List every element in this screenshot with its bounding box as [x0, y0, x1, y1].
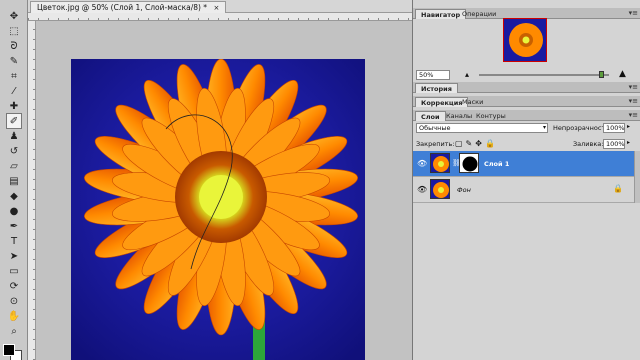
adjustments-tabbar: Коррекция Маски ▾≡	[413, 96, 640, 107]
panel-menu-icon[interactable]: ▾≡	[629, 111, 638, 119]
pen-tool-icon[interactable]: ✒	[6, 218, 22, 234]
hand-tool-icon[interactable]: ✋	[6, 308, 22, 324]
marquee-tool-icon[interactable]: ⬚	[6, 23, 22, 39]
image-canvas[interactable]	[71, 59, 365, 360]
layer-mask-thumbnail[interactable]	[459, 153, 479, 173]
close-icon[interactable]: ×	[213, 4, 219, 12]
eye-icon[interactable]: 👁	[417, 185, 427, 194]
lock-icon: 🔒	[613, 184, 623, 193]
blend-mode-value: Обычные	[419, 124, 451, 132]
layer-name[interactable]: Фон	[457, 186, 471, 194]
layer-thumbnail	[430, 153, 450, 173]
tab-actions[interactable]: Операции	[457, 9, 501, 19]
lasso-tool-icon[interactable]: ᘐ	[6, 38, 22, 54]
flower-image	[71, 59, 365, 360]
toolbox: ✥ ⬚ ᘐ ✎ ⌗ ⁄ ✚ ✐ ♟ ↺ ▱ ▤ ◆ ● ✒ T ➤ ▭ ⟳ ⊙ ✋ ⌕	[0, 0, 28, 360]
blur-tool-icon[interactable]: ◆	[6, 188, 22, 204]
brush-tool-icon[interactable]: ✐	[6, 113, 22, 129]
lock-icons[interactable]: ▢✎✥🔒	[455, 139, 498, 148]
opacity-field[interactable]: 100%	[603, 123, 625, 133]
fill-label: Заливка:	[573, 140, 604, 148]
fill-field[interactable]: 100%	[603, 139, 625, 149]
zoom-slider-knob[interactable]	[599, 71, 604, 78]
ruler-vertical[interactable]	[28, 21, 36, 360]
3d-rotate-tool-icon[interactable]: ⟳	[6, 278, 22, 294]
zoom-out-icon[interactable]: ▴	[465, 70, 469, 79]
3d-orbit-tool-icon[interactable]: ⊙	[6, 293, 22, 309]
quick-select-tool-icon[interactable]: ✎	[6, 53, 22, 69]
document-tabbar: Цветок.jpg @ 50% (Слой 1, Слой-маска/8) …	[28, 0, 412, 13]
type-tool-icon[interactable]: T	[6, 233, 22, 249]
eyedropper-tool-icon[interactable]: ⁄	[6, 83, 22, 99]
layers-tabbar: Слои Каналы Контуры ▾≡	[413, 110, 640, 121]
healing-brush-tool-icon[interactable]: ✚	[6, 98, 22, 114]
gradient-tool-icon[interactable]: ▤	[6, 173, 22, 189]
chevron-down-icon: ▾	[542, 124, 546, 131]
navigator-thumbnail[interactable]	[503, 18, 547, 62]
clone-stamp-tool-icon[interactable]: ♟	[6, 128, 22, 144]
layer-thumbnail	[430, 179, 450, 199]
layer-row[interactable]: 👁 ⛓ Слой 1	[413, 151, 640, 177]
blend-mode-select[interactable]: Обычные ▾	[416, 123, 548, 133]
panel-menu-icon[interactable]: ▾≡	[629, 83, 638, 91]
history-brush-tool-icon[interactable]: ↺	[6, 143, 22, 159]
zoom-in-icon[interactable]: ▲	[619, 69, 626, 79]
layers-scrollbar[interactable]	[634, 151, 640, 203]
lock-label: Закрепить:	[416, 140, 455, 148]
tab-paths[interactable]: Контуры	[471, 111, 511, 121]
panel-menu-icon[interactable]: ▾≡	[629, 97, 638, 105]
zoom-tool-icon[interactable]: ⌕	[6, 323, 22, 339]
chevron-right-icon[interactable]: ▸	[627, 123, 630, 130]
document-area	[28, 13, 412, 360]
document-tab[interactable]: Цветок.jpg @ 50% (Слой 1, Слой-маска/8) …	[30, 1, 227, 13]
move-tool-icon[interactable]: ✥	[6, 8, 22, 24]
navigator-zoom-field[interactable]: 50%	[416, 70, 450, 80]
dodge-tool-icon[interactable]: ●	[6, 203, 22, 219]
layer-row[interactable]: 👁 Фон 🔒	[413, 177, 640, 203]
eye-icon[interactable]: 👁	[417, 159, 427, 168]
canvas-pasteboard	[36, 21, 412, 360]
chevron-right-icon[interactable]: ▸	[627, 139, 630, 146]
panels-dock: Навигатор Операции ▾≡ 50% ▴ ▲ История ▾≡…	[412, 0, 640, 360]
foreground-color-swatch[interactable]	[3, 344, 15, 356]
document-title: Цветок.jpg @ 50% (Слой 1, Слой-маска/8) …	[37, 3, 208, 12]
history-tabbar: История ▾≡	[413, 82, 640, 93]
crop-tool-icon[interactable]: ⌗	[6, 68, 22, 84]
ruler-horizontal[interactable]	[28, 13, 412, 21]
navigator-zoom-slider[interactable]	[479, 71, 609, 78]
eraser-tool-icon[interactable]: ▱	[6, 158, 22, 174]
shape-tool-icon[interactable]: ▭	[6, 263, 22, 279]
tab-history[interactable]: История	[415, 83, 458, 93]
tab-masks[interactable]: Маски	[457, 97, 488, 107]
panel-menu-icon[interactable]: ▾≡	[629, 9, 638, 17]
path-select-tool-icon[interactable]: ➤	[6, 248, 22, 264]
layer-name[interactable]: Слой 1	[484, 160, 509, 168]
